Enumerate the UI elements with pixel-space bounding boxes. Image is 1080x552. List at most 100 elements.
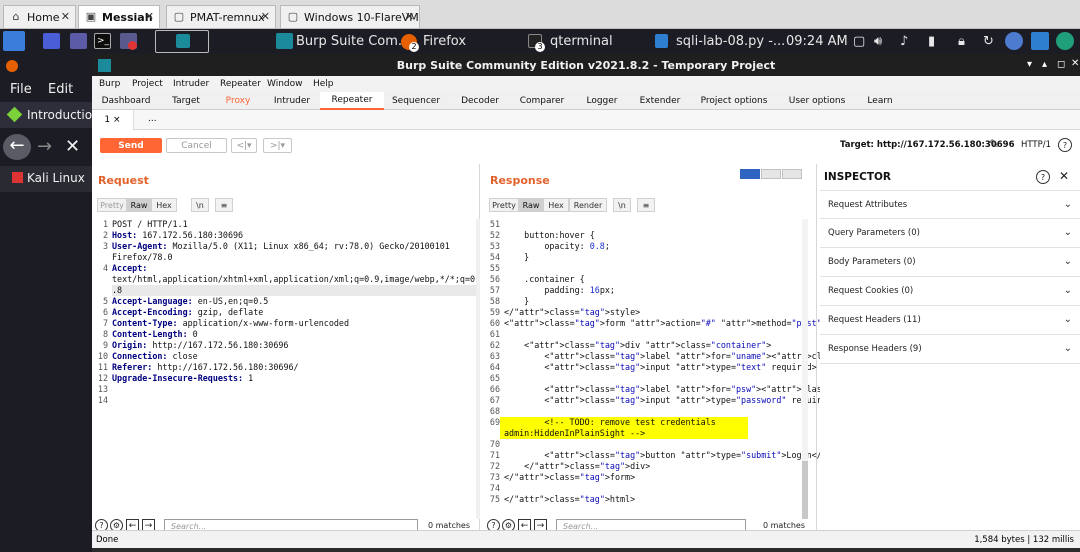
inspector-request-attributes[interactable]: Request Attributes ⌄ [820, 190, 1080, 219]
menu-lines-icon[interactable]: ≡ [637, 198, 655, 212]
screen-toggle-icon[interactable]: ▢ [853, 29, 865, 54]
tab-dashboard[interactable]: Dashboard [92, 92, 160, 110]
menu-intruder[interactable]: Intruder [173, 79, 209, 89]
clock[interactable]: 09:24 AM [786, 29, 848, 54]
close-icon[interactable]: ✕ [1071, 58, 1079, 69]
mode-raw[interactable]: Raw [127, 198, 151, 212]
back-icon[interactable]: ← [3, 134, 31, 160]
line-number: 61 [489, 329, 500, 339]
tab-comparer[interactable]: Comparer [512, 92, 572, 110]
line-number: 8 [102, 329, 108, 339]
mode-pretty[interactable]: Pretty [489, 198, 519, 212]
mode-newline[interactable]: \n [613, 198, 631, 212]
bookmark-kali[interactable]: Kali Linux [27, 171, 85, 185]
tab-project-options[interactable]: Project options [692, 92, 776, 110]
menu-help[interactable]: Help [313, 79, 334, 89]
maximize-icon[interactable]: ▴ [1042, 59, 1047, 70]
burp-icon [276, 33, 293, 49]
response-scrollbar[interactable] [802, 219, 808, 519]
layout-rows-icon[interactable] [761, 169, 781, 179]
workspace-icon[interactable] [43, 33, 60, 49]
layout-single-icon[interactable] [782, 169, 802, 179]
inspector-request-headers[interactable]: Request Headers (11) ⌄ [820, 306, 1080, 335]
kali-menu-icon[interactable] [3, 31, 25, 51]
notification-icon[interactable]: ♪ [900, 29, 908, 54]
menu-edit[interactable]: Edit [48, 82, 73, 97]
scroll-thumb[interactable] [802, 461, 808, 519]
minimize-icon[interactable]: ▾ [1027, 59, 1032, 70]
chrome-icon[interactable] [1056, 32, 1074, 50]
files-icon[interactable] [70, 33, 87, 49]
inspector-query-params[interactable]: Query Parameters (0) ⌄ [820, 219, 1080, 248]
taskbar-firefox[interactable]: Firefox [423, 29, 466, 54]
response-editor[interactable]: 51 52 button:hover {53 opacity: 0.8; 54 } 5… [486, 219, 1080, 519]
tab-repeater[interactable]: Repeater [320, 92, 384, 110]
taskbar-qterminal[interactable]: qterminal [550, 29, 613, 54]
close-icon[interactable]: ✕ [1059, 169, 1069, 183]
volume-icon[interactable]: 🔊︎ [874, 29, 882, 54]
lock-icon[interactable]: 🔒︎ [958, 29, 965, 54]
tab-target[interactable]: Target [160, 92, 212, 110]
close-icon[interactable]: ✕ [261, 10, 270, 23]
menu-repeater[interactable]: Repeater [220, 79, 261, 89]
inspector-body-params[interactable]: Body Parameters (0) ⌄ [820, 248, 1080, 277]
close-icon[interactable]: ✕ [61, 10, 70, 23]
subtab-1[interactable]: 1 × [92, 110, 134, 130]
vm-tab-windows[interactable]: ▢ Windows 10-FlareVM ✕ [280, 5, 420, 28]
mode-render[interactable]: Render [569, 198, 607, 212]
vscode-tray-icon[interactable] [1031, 32, 1049, 50]
http-version[interactable]: HTTP/1 [1021, 140, 1051, 150]
menu-burp[interactable]: Burp [99, 79, 120, 89]
taskbar-burp[interactable]: Burp Suite Com... [296, 29, 410, 54]
firefox-logo-icon [6, 60, 18, 72]
mode-raw[interactable]: Raw [519, 198, 543, 212]
help-icon[interactable]: ? [1036, 170, 1050, 184]
battery-icon[interactable]: ▮ [928, 29, 935, 54]
layout-split-icon[interactable] [740, 169, 760, 179]
cancel-button[interactable]: Cancel [166, 138, 227, 153]
menu-file[interactable]: File [10, 82, 32, 97]
mode-pretty[interactable]: Pretty [97, 198, 127, 212]
help-icon[interactable]: ? [1058, 138, 1072, 152]
forward-history-icon[interactable]: >|▾ [263, 138, 292, 153]
tab-extender[interactable]: Extender [632, 92, 688, 110]
network-icon[interactable] [1005, 32, 1023, 50]
mode-hex[interactable]: Hex [151, 198, 177, 212]
tab-logger[interactable]: Logger [572, 92, 632, 110]
mode-newline[interactable]: \n [191, 198, 209, 212]
vm-tab-messiah[interactable]: ▣ Messiah ✕ [78, 5, 160, 28]
request-scrollbar[interactable] [476, 219, 480, 519]
mode-hex[interactable]: Hex [543, 198, 569, 212]
send-button[interactable]: Send [100, 138, 162, 153]
inspector-request-cookies[interactable]: Request Cookies (0) ⌄ [820, 277, 1080, 306]
close-icon[interactable]: ✕ [405, 10, 414, 23]
refresh-icon[interactable]: ↻ [983, 29, 994, 54]
home-icon: ⌂ [12, 10, 20, 23]
edit-pencil-icon[interactable]: ✎ [989, 137, 999, 151]
line-number: 3 [102, 241, 108, 251]
menu-project[interactable]: Project [132, 79, 163, 89]
subtab-new[interactable]: ... [148, 114, 157, 124]
inspector-response-headers[interactable]: Response Headers (9) ⌄ [820, 335, 1080, 364]
vm-tab-home[interactable]: ⌂ Home ✕ [3, 5, 76, 28]
tab-decoder[interactable]: Decoder [448, 92, 512, 110]
tab-sequencer[interactable]: Sequencer [384, 92, 448, 110]
tab-proxy[interactable]: Proxy [212, 92, 264, 110]
vm-icon: ▢ [173, 10, 185, 23]
menu-window[interactable]: Window [267, 79, 303, 89]
tab-learn[interactable]: Learn [858, 92, 902, 110]
forward-icon[interactable]: → [37, 136, 52, 157]
tab-intruder[interactable]: Intruder [264, 92, 320, 110]
terminal-icon[interactable]: >_ [94, 33, 111, 49]
vm-tab-pmat[interactable]: ▢ PMAT-remnux ✕ [166, 5, 276, 28]
back-history-icon[interactable]: <|▾ [231, 138, 257, 153]
request-editor[interactable]: 1 POST / HTTP/1.1 2 Host: 167.172.56.180:30… [94, 219, 480, 519]
tab-user-options[interactable]: User options [780, 92, 854, 110]
line-number: 2 [102, 230, 108, 240]
taskbar-vscode[interactable]: sqli-lab-08.py -... [676, 29, 785, 54]
close-icon[interactable]: ✕ [65, 136, 80, 157]
restore-icon[interactable]: ◻ [1057, 59, 1065, 70]
inspector-row-label: Request Headers (11) [828, 315, 921, 325]
menu-lines-icon[interactable]: ≡ [215, 198, 233, 212]
close-icon[interactable]: ✕ [145, 10, 154, 23]
